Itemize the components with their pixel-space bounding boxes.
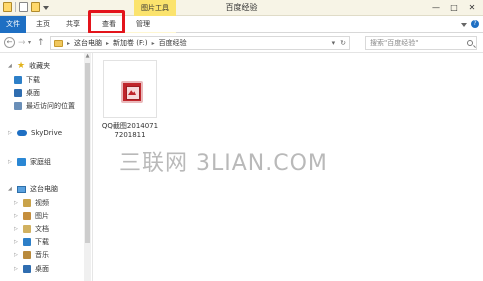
folder-icon bbox=[54, 39, 63, 47]
nav-item-desktop-pc[interactable]: ▷ 桌面 bbox=[14, 264, 49, 274]
search-placeholder: 搜索"百度经验" bbox=[370, 39, 419, 47]
recent-places-icon bbox=[14, 102, 22, 110]
expand-ribbon-icon[interactable] bbox=[461, 23, 467, 27]
computer-icon bbox=[17, 185, 26, 193]
nav-item-videos[interactable]: ▷ 视频 bbox=[14, 198, 49, 208]
breadcrumb-folder[interactable]: 百度经验 bbox=[159, 38, 187, 48]
minimize-button[interactable]: — bbox=[427, 1, 445, 14]
up-button[interactable]: ↑ bbox=[37, 37, 45, 49]
file-thumbnail[interactable] bbox=[103, 60, 157, 118]
star-icon: ★ bbox=[17, 60, 26, 71]
breadcrumb-drive[interactable]: 新加卷 (F:) bbox=[113, 38, 148, 48]
nav-item-downloads-pc[interactable]: ▷ 下载 bbox=[14, 237, 49, 247]
file-name[interactable]: QQ截图20140717201811 bbox=[101, 122, 159, 140]
refresh-icon[interactable]: ↻ bbox=[340, 39, 346, 47]
expand-icon[interactable]: ▷ bbox=[8, 130, 13, 136]
expand-icon[interactable]: ▷ bbox=[14, 226, 19, 232]
nav-label: 收藏夹 bbox=[29, 62, 51, 70]
nav-label: 音乐 bbox=[35, 251, 49, 259]
tab-home[interactable]: 主页 bbox=[30, 16, 56, 33]
nav-label: 文档 bbox=[35, 225, 49, 233]
cloud-icon bbox=[17, 130, 27, 136]
homegroup-icon bbox=[17, 158, 26, 166]
nav-item-desktop[interactable]: 桌面 bbox=[14, 88, 40, 98]
nav-item-recent-places[interactable]: 最近访问的位置 bbox=[14, 101, 75, 111]
nav-item-downloads[interactable]: 下载 bbox=[14, 75, 40, 85]
download-folder-icon bbox=[23, 238, 31, 246]
nav-label: 图片 bbox=[35, 212, 49, 220]
nav-label: 桌面 bbox=[26, 89, 40, 97]
expand-icon[interactable]: ▷ bbox=[14, 239, 19, 245]
expand-icon[interactable]: ◢ bbox=[8, 63, 13, 69]
desktop-icon bbox=[23, 265, 31, 273]
nav-favorites[interactable]: ◢ ★ 收藏夹 bbox=[8, 61, 50, 71]
expand-icon[interactable]: ◢ bbox=[8, 186, 13, 192]
maximize-button[interactable]: □ bbox=[445, 1, 463, 14]
nav-homegroup[interactable]: ▷ 家庭组 bbox=[8, 157, 51, 167]
expand-icon[interactable]: ▷ bbox=[14, 200, 19, 206]
chevron-right-icon: ▸ bbox=[67, 39, 71, 47]
back-button[interactable]: ← bbox=[4, 37, 15, 48]
desktop-icon bbox=[14, 89, 22, 97]
help-icon[interactable]: ? bbox=[471, 20, 479, 28]
chevron-right-icon: ▸ bbox=[151, 39, 155, 47]
nav-item-documents[interactable]: ▷ 文档 bbox=[14, 224, 49, 234]
download-folder-icon bbox=[14, 76, 22, 84]
image-file-icon bbox=[121, 81, 143, 103]
picture-tools-context-tab: 图片工具 bbox=[134, 0, 176, 16]
nav-label: 下载 bbox=[26, 76, 40, 84]
nav-label: 桌面 bbox=[35, 265, 49, 273]
tab-manage[interactable]: 管理 bbox=[130, 16, 156, 33]
expand-icon[interactable]: ▷ bbox=[14, 213, 19, 219]
scroll-up-icon[interactable]: ▲ bbox=[85, 54, 90, 59]
nav-label: 家庭组 bbox=[30, 158, 51, 166]
file-item[interactable]: QQ截图20140717201811 bbox=[101, 60, 159, 148]
nav-label: 视频 bbox=[35, 199, 49, 207]
nav-label: 这台电脑 bbox=[30, 185, 58, 193]
pictures-folder-icon bbox=[23, 212, 31, 220]
breadcrumb-this-pc[interactable]: 这台电脑 bbox=[74, 38, 102, 48]
recent-locations-icon[interactable]: ▾ bbox=[28, 37, 31, 49]
nav-label: 下载 bbox=[35, 238, 49, 246]
tab-file[interactable]: 文件 bbox=[0, 16, 26, 33]
address-toolbar: ← → ▾ ↑ ▸ 这台电脑 ▸ 新加卷 (F:) ▸ 百度经验 ▾ ↻ 搜索"… bbox=[0, 33, 483, 53]
nav-this-pc[interactable]: ◢ 这台电脑 bbox=[8, 184, 58, 194]
window-controls: — □ ✕ bbox=[427, 1, 481, 14]
address-actions: ▾ ↻ bbox=[332, 39, 346, 47]
expand-icon[interactable]: ▷ bbox=[14, 266, 19, 272]
forward-button[interactable]: → bbox=[18, 37, 26, 49]
title-bar: 百度经验 图片工具 — □ ✕ bbox=[0, 0, 483, 16]
nav-skydrive[interactable]: ▷ SkyDrive bbox=[8, 129, 62, 137]
expand-icon[interactable]: ▷ bbox=[8, 159, 13, 165]
close-button[interactable]: ✕ bbox=[463, 1, 481, 14]
view-tab-highlight bbox=[88, 10, 125, 34]
music-folder-icon bbox=[23, 251, 31, 259]
scrollbar-thumb[interactable] bbox=[85, 63, 90, 243]
watermark: 三联网 3LIAN.COM bbox=[119, 151, 328, 176]
window-title: 百度经验 bbox=[225, 3, 258, 12]
chevron-right-icon: ▸ bbox=[106, 39, 110, 47]
nav-item-music[interactable]: ▷ 音乐 bbox=[14, 250, 49, 260]
dropdown-icon[interactable]: ▾ bbox=[332, 39, 336, 47]
address-field[interactable]: ▸ 这台电脑 ▸ 新加卷 (F:) ▸ 百度经验 ▾ ↻ bbox=[50, 36, 350, 50]
nav-label: SkyDrive bbox=[31, 129, 63, 137]
nav-item-pictures[interactable]: ▷ 图片 bbox=[14, 211, 49, 221]
videos-folder-icon bbox=[23, 199, 31, 207]
ribbon-controls: ? bbox=[461, 20, 479, 28]
search-icon[interactable] bbox=[467, 40, 473, 46]
navigation-pane: ◢ ★ 收藏夹 下载 桌面 最近访问的位置 ▷ SkyDrive ▷ 家庭组 ◢… bbox=[0, 53, 92, 281]
tab-share[interactable]: 共享 bbox=[60, 16, 86, 33]
search-input[interactable]: 搜索"百度经验" bbox=[365, 36, 477, 50]
expand-icon[interactable]: ▷ bbox=[14, 252, 19, 258]
nav-label: 最近访问的位置 bbox=[26, 102, 75, 110]
documents-folder-icon bbox=[23, 225, 31, 233]
ribbon-tabs: 文件 主页 共享 查看 管理 ? bbox=[0, 16, 483, 49]
